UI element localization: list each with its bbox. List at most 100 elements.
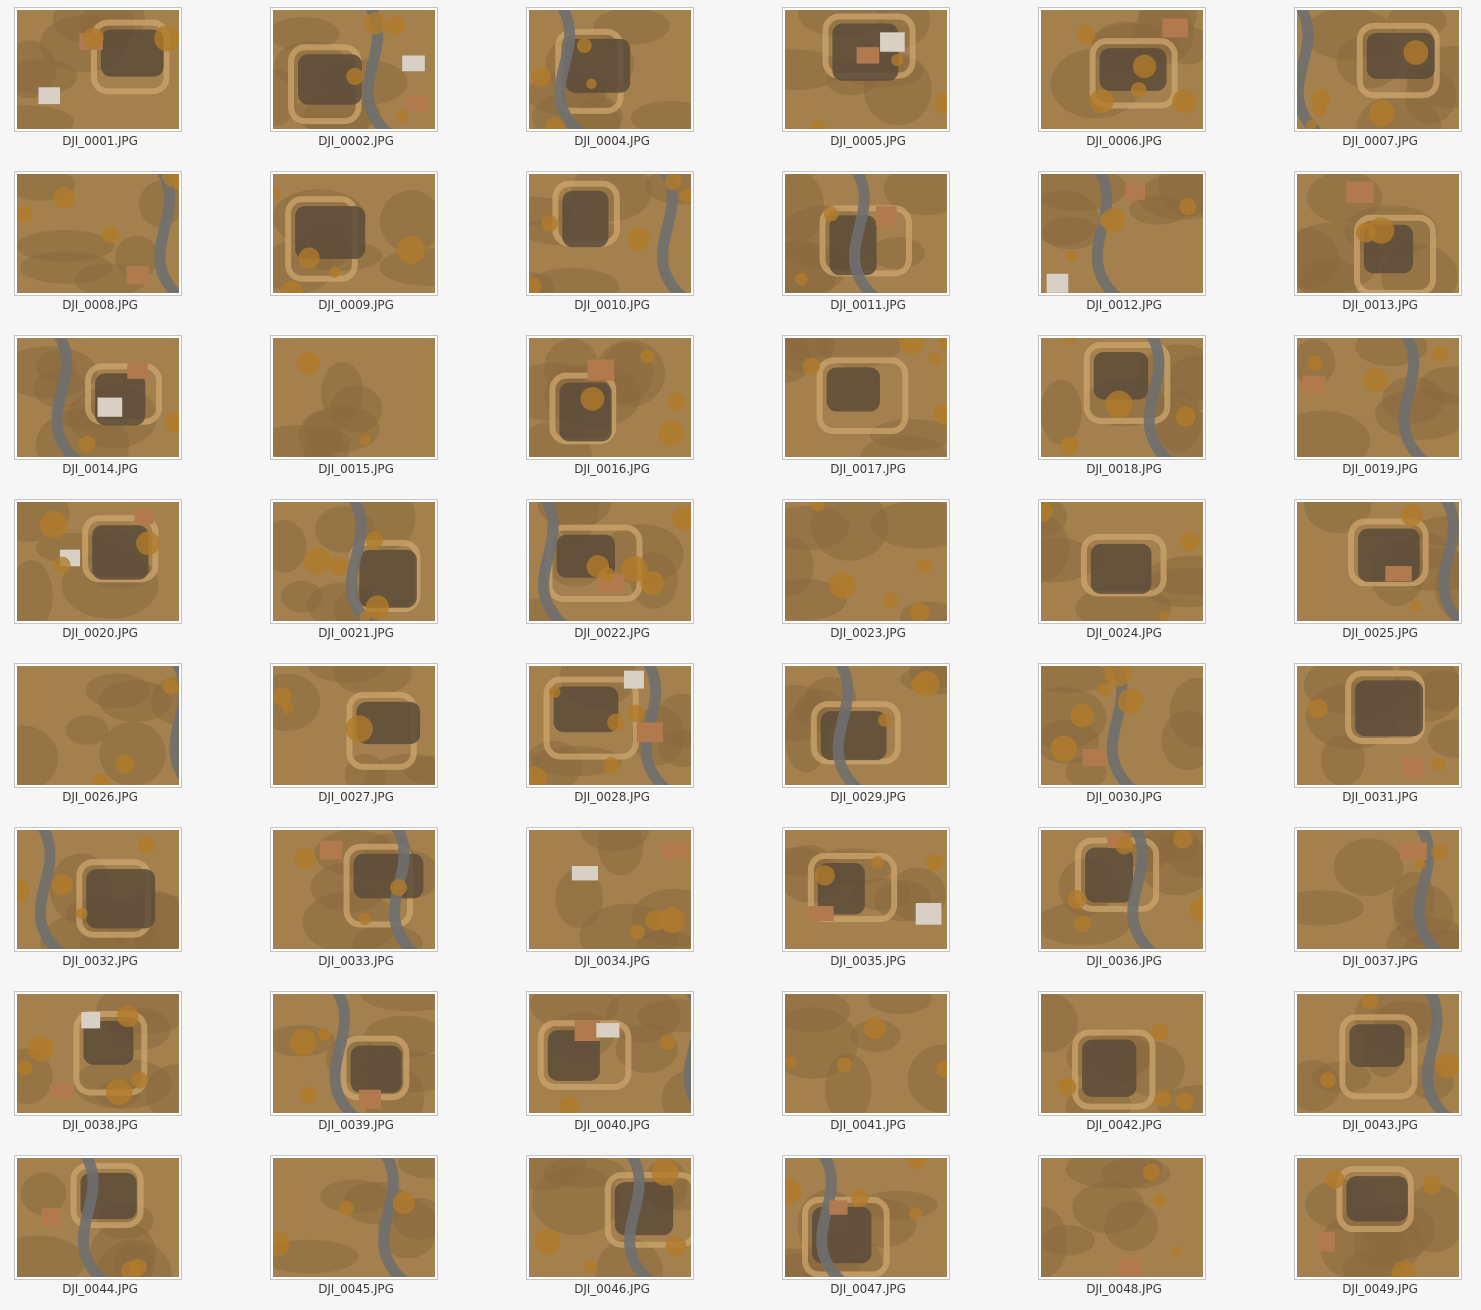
file-item[interactable]: DJI_0027.JPG — [256, 656, 456, 806]
file-thumbnail[interactable] — [270, 335, 438, 460]
file-name-label[interactable]: DJI_0034.JPG — [512, 954, 712, 968]
file-name-label[interactable]: DJI_0045.JPG — [256, 1282, 456, 1296]
file-name-label[interactable]: DJI_0049.JPG — [1280, 1282, 1480, 1296]
file-name-label[interactable]: DJI_0015.JPG — [256, 462, 456, 476]
file-thumbnail[interactable] — [14, 827, 182, 952]
file-thumbnail[interactable] — [1038, 991, 1206, 1116]
file-item[interactable]: DJI_0037.JPG — [1280, 820, 1480, 970]
file-item[interactable]: DJI_0014.JPG — [0, 328, 200, 478]
file-thumbnail[interactable] — [1294, 663, 1462, 788]
file-thumbnail[interactable] — [1038, 335, 1206, 460]
file-item[interactable]: DJI_0047.JPG — [768, 1148, 968, 1298]
file-item[interactable]: DJI_0005.JPG — [768, 0, 968, 150]
file-item[interactable]: DJI_0038.JPG — [0, 984, 200, 1134]
file-thumbnail[interactable] — [782, 7, 950, 132]
file-item[interactable]: DJI_0035.JPG — [768, 820, 968, 970]
file-item[interactable]: DJI_0048.JPG — [1024, 1148, 1224, 1298]
file-item[interactable]: DJI_0018.JPG — [1024, 328, 1224, 478]
file-thumbnail[interactable] — [782, 335, 950, 460]
file-thumbnail[interactable] — [782, 663, 950, 788]
file-thumbnail[interactable] — [1294, 171, 1462, 296]
file-name-label[interactable]: DJI_0009.JPG — [256, 298, 456, 312]
file-item[interactable]: DJI_0031.JPG — [1280, 656, 1480, 806]
file-name-label[interactable]: DJI_0024.JPG — [1024, 626, 1224, 640]
file-name-label[interactable]: DJI_0043.JPG — [1280, 1118, 1480, 1132]
file-name-label[interactable]: DJI_0022.JPG — [512, 626, 712, 640]
file-thumbnail[interactable] — [270, 171, 438, 296]
file-name-label[interactable]: DJI_0037.JPG — [1280, 954, 1480, 968]
file-name-label[interactable]: DJI_0013.JPG — [1280, 298, 1480, 312]
file-item[interactable]: DJI_0024.JPG — [1024, 492, 1224, 642]
file-item[interactable]: DJI_0033.JPG — [256, 820, 456, 970]
file-item[interactable]: DJI_0045.JPG — [256, 1148, 456, 1298]
file-thumbnail[interactable] — [1038, 663, 1206, 788]
file-thumbnail[interactable] — [782, 1155, 950, 1280]
file-thumbnail[interactable] — [270, 991, 438, 1116]
file-name-label[interactable]: DJI_0011.JPG — [768, 298, 968, 312]
file-name-label[interactable]: DJI_0008.JPG — [0, 298, 200, 312]
file-name-label[interactable]: DJI_0048.JPG — [1024, 1282, 1224, 1296]
file-thumbnail[interactable] — [1294, 1155, 1462, 1280]
file-thumbnail[interactable] — [270, 7, 438, 132]
file-thumbnail[interactable] — [526, 335, 694, 460]
file-name-label[interactable]: DJI_0033.JPG — [256, 954, 456, 968]
file-item[interactable]: DJI_0039.JPG — [256, 984, 456, 1134]
file-item[interactable]: DJI_0012.JPG — [1024, 164, 1224, 314]
file-thumbnail[interactable] — [14, 663, 182, 788]
file-item[interactable]: DJI_0001.JPG — [0, 0, 200, 150]
file-name-label[interactable]: DJI_0030.JPG — [1024, 790, 1224, 804]
file-item[interactable]: DJI_0036.JPG — [1024, 820, 1224, 970]
file-thumbnail[interactable] — [526, 663, 694, 788]
file-name-label[interactable]: DJI_0047.JPG — [768, 1282, 968, 1296]
file-item[interactable]: DJI_0009.JPG — [256, 164, 456, 314]
file-name-label[interactable]: DJI_0039.JPG — [256, 1118, 456, 1132]
file-name-label[interactable]: DJI_0005.JPG — [768, 134, 968, 148]
file-name-label[interactable]: DJI_0046.JPG — [512, 1282, 712, 1296]
file-name-label[interactable]: DJI_0004.JPG — [512, 134, 712, 148]
file-name-label[interactable]: DJI_0018.JPG — [1024, 462, 1224, 476]
file-thumbnail[interactable] — [782, 991, 950, 1116]
file-item[interactable]: DJI_0020.JPG — [0, 492, 200, 642]
file-thumbnail[interactable] — [1038, 171, 1206, 296]
file-name-label[interactable]: DJI_0031.JPG — [1280, 790, 1480, 804]
file-thumbnail[interactable] — [270, 1155, 438, 1280]
file-name-label[interactable]: DJI_0007.JPG — [1280, 134, 1480, 148]
file-item[interactable]: DJI_0022.JPG — [512, 492, 712, 642]
file-item[interactable]: DJI_0023.JPG — [768, 492, 968, 642]
file-thumbnail[interactable] — [526, 171, 694, 296]
file-item[interactable]: DJI_0011.JPG — [768, 164, 968, 314]
file-name-label[interactable]: DJI_0014.JPG — [0, 462, 200, 476]
file-thumbnail[interactable] — [782, 827, 950, 952]
file-item[interactable]: DJI_0043.JPG — [1280, 984, 1480, 1134]
file-item[interactable]: DJI_0041.JPG — [768, 984, 968, 1134]
file-item[interactable]: DJI_0019.JPG — [1280, 328, 1480, 478]
file-item[interactable]: DJI_0032.JPG — [0, 820, 200, 970]
file-thumbnail[interactable] — [1038, 1155, 1206, 1280]
file-thumbnail[interactable] — [14, 991, 182, 1116]
file-name-label[interactable]: DJI_0040.JPG — [512, 1118, 712, 1132]
file-name-label[interactable]: DJI_0032.JPG — [0, 954, 200, 968]
file-item[interactable]: DJI_0028.JPG — [512, 656, 712, 806]
file-name-label[interactable]: DJI_0001.JPG — [0, 134, 200, 148]
file-item[interactable]: DJI_0040.JPG — [512, 984, 712, 1134]
file-thumbnail[interactable] — [526, 1155, 694, 1280]
file-name-label[interactable]: DJI_0021.JPG — [256, 626, 456, 640]
file-thumbnail[interactable] — [1294, 499, 1462, 624]
file-item[interactable]: DJI_0013.JPG — [1280, 164, 1480, 314]
file-item[interactable]: DJI_0006.JPG — [1024, 0, 1224, 150]
file-item[interactable]: DJI_0010.JPG — [512, 164, 712, 314]
file-thumbnail[interactable] — [1294, 991, 1462, 1116]
file-item[interactable]: DJI_0021.JPG — [256, 492, 456, 642]
file-name-label[interactable]: DJI_0038.JPG — [0, 1118, 200, 1132]
file-name-label[interactable]: DJI_0017.JPG — [768, 462, 968, 476]
file-item[interactable]: DJI_0046.JPG — [512, 1148, 712, 1298]
file-item[interactable]: DJI_0030.JPG — [1024, 656, 1224, 806]
file-thumbnail[interactable] — [526, 827, 694, 952]
file-thumbnail[interactable] — [14, 1155, 182, 1280]
file-thumbnail[interactable] — [270, 827, 438, 952]
file-name-label[interactable]: DJI_0016.JPG — [512, 462, 712, 476]
file-thumbnail[interactable] — [14, 171, 182, 296]
file-thumbnail[interactable] — [270, 499, 438, 624]
file-name-label[interactable]: DJI_0035.JPG — [768, 954, 968, 968]
file-item[interactable]: DJI_0049.JPG — [1280, 1148, 1480, 1298]
